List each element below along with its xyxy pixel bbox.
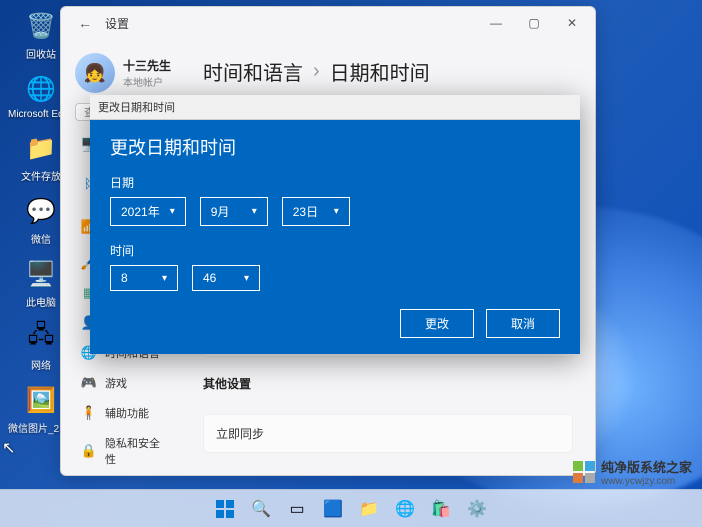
widgets-icon[interactable]: 🟦 — [319, 495, 347, 523]
folder-icon: 📁 — [23, 130, 59, 166]
window-controls: — ▢ ✕ — [481, 9, 587, 37]
account-sub: 本地帐户 — [123, 74, 171, 89]
breadcrumb-parent[interactable]: 时间和语言 — [203, 57, 303, 86]
account-name: 十三先生 — [123, 57, 171, 74]
ok-button[interactable]: 更改 — [400, 309, 474, 338]
start-button[interactable] — [211, 495, 239, 523]
breadcrumb-current: 日期和时间 — [330, 57, 430, 86]
cancel-button[interactable]: 取消 — [486, 309, 560, 338]
desktop-icon-label: 微信 — [31, 231, 51, 246]
minute-select[interactable]: 46 ▾ — [192, 265, 260, 291]
nav-icon: 🎮 — [81, 375, 97, 391]
dialog-buttons: 更改 取消 — [110, 309, 560, 338]
store-icon[interactable]: 🛍️ — [427, 495, 455, 523]
day-value: 23日 — [293, 203, 318, 220]
breadcrumb: 时间和语言 › 日期和时间 — [203, 57, 573, 86]
nav-icon: 🧍 — [81, 405, 97, 421]
year-value: 2021年 — [121, 203, 160, 220]
nav-label: 辅助功能 — [105, 405, 149, 421]
wechat-icon: 💬 — [23, 193, 59, 229]
cursor-icon: ↖ — [2, 438, 15, 458]
watermark-text: 纯净版系统之家 www.ycwjzy.com — [601, 457, 692, 487]
network-icon: 🖧 — [23, 319, 59, 355]
sidebar-item-9[interactable]: 🔒 隐私和安全性 — [75, 429, 173, 473]
account-block[interactable]: 👧 十三先生 本地帐户 — [75, 43, 173, 97]
dialog-body: 更改日期和时间 日期 2021年▾ 9月▾ 23日▾ 时间 8▾ 46▾ 更改 … — [90, 120, 580, 354]
chevron-down-icon: ▾ — [244, 273, 249, 284]
recycle-bin-icon: 🗑️ — [23, 8, 59, 44]
time-combos: 8▾ 46▾ — [110, 265, 560, 291]
time-label: 时间 — [110, 242, 560, 259]
sync-label: 立即同步 — [216, 425, 560, 442]
minute-value: 46 — [203, 271, 216, 285]
edge-icon: 🌐 — [23, 71, 59, 107]
month-select[interactable]: 9月 ▾ — [200, 197, 268, 226]
search-icon[interactable]: 🔍 — [247, 495, 275, 523]
window-title: 设置 — [101, 15, 481, 32]
desktop-icon-label: 网络 — [31, 357, 51, 372]
hour-select[interactable]: 8▾ — [110, 265, 178, 291]
minimize-button[interactable]: — — [481, 9, 511, 37]
month-value: 9月 — [211, 203, 230, 220]
explorer-icon[interactable]: 📁 — [355, 495, 383, 523]
change-date-time-dialog: 更改日期和时间 更改日期和时间 日期 2021年▾ 9月▾ 23日▾ 时间 8▾… — [90, 95, 580, 354]
account-text: 十三先生 本地帐户 — [123, 57, 171, 89]
maximize-button[interactable]: ▢ — [519, 9, 549, 37]
back-button[interactable]: ← — [69, 15, 101, 31]
sidebar-item-8[interactable]: 🧍 辅助功能 — [75, 399, 173, 427]
chevron-down-icon: ▾ — [170, 206, 175, 217]
pc-icon: 🖥️ — [23, 256, 59, 292]
chevron-down-icon: ▾ — [334, 206, 339, 217]
date-combos: 2021年 ▾ 9月 ▾ 23日 ▾ — [110, 197, 560, 226]
hour-value: 8 — [121, 271, 128, 285]
other-settings-heading: 其他设置 — [203, 375, 573, 392]
year-select[interactable]: 2021年 ▾ — [110, 197, 186, 226]
sidebar-item-7[interactable]: 🎮 游戏 — [75, 369, 173, 397]
settings-icon[interactable]: ⚙️ — [463, 495, 491, 523]
nav-icon: 🔒 — [81, 443, 97, 459]
day-select[interactable]: 23日 ▾ — [282, 197, 350, 226]
image-icon: 🖼️ — [23, 382, 59, 418]
nav-label: 隐私和安全性 — [105, 435, 167, 467]
chevron-down-icon: ▾ — [252, 206, 257, 217]
watermark-url: www.ycwjzy.com — [601, 476, 692, 487]
titlebar: ← 设置 — ▢ ✕ — [61, 7, 595, 39]
desktop-icon-label: 回收站 — [26, 46, 56, 61]
nav-label: 游戏 — [105, 375, 127, 391]
avatar: 👧 — [75, 53, 115, 93]
chevron-right-icon: › — [313, 60, 320, 83]
chevron-down-icon: ▾ — [162, 273, 167, 284]
close-button[interactable]: ✕ — [557, 9, 587, 37]
watermark: 纯净版系统之家 www.ycwjzy.com — [573, 457, 692, 487]
dialog-heading: 更改日期和时间 — [110, 134, 560, 160]
watermark-brand: 纯净版系统之家 — [601, 460, 692, 475]
watermark-logo-icon — [573, 461, 595, 483]
sync-row: 立即同步 — [203, 414, 573, 453]
date-label: 日期 — [110, 174, 560, 191]
task-view-icon[interactable]: ▭ — [283, 495, 311, 523]
edge-icon[interactable]: 🌐 — [391, 495, 419, 523]
desktop-icon-label: 此电脑 — [26, 294, 56, 309]
dialog-titlebar: 更改日期和时间 — [90, 95, 580, 120]
desktop-icon-label: 文件存放 — [21, 168, 61, 183]
taskbar: 🔍 ▭ 🟦 📁 🌐 🛍️ ⚙️ — [0, 489, 702, 527]
